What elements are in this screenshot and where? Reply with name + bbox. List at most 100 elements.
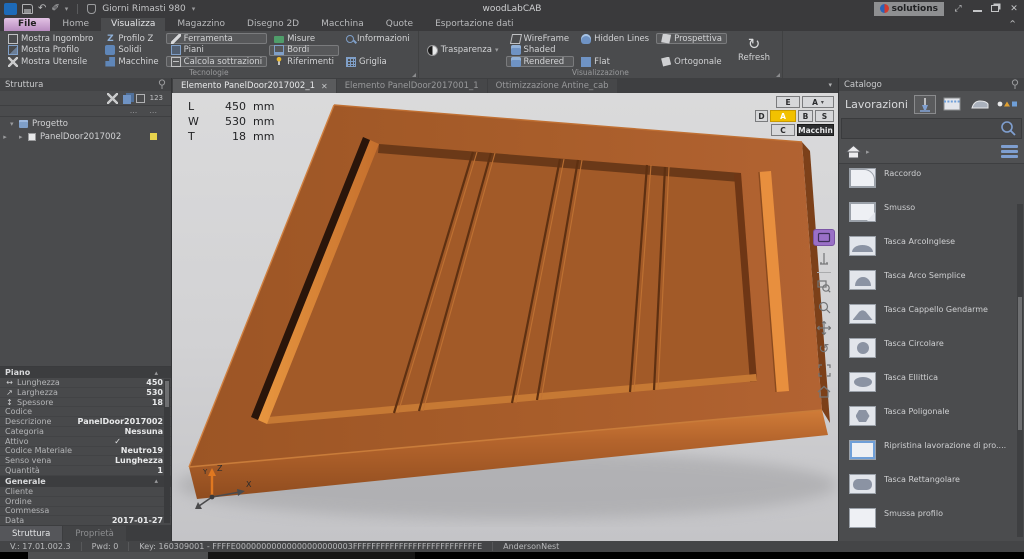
save-icon[interactable]	[22, 4, 33, 14]
ribbon-button-wireframe[interactable]: WireFrame	[506, 33, 575, 44]
fullscreen-button[interactable]: ⤢	[952, 4, 964, 14]
ribbon-button-mostra-ingombro[interactable]: Mostra Ingombro	[3, 33, 98, 44]
property-row-quantit[interactable]: Quantità1	[0, 466, 171, 476]
view-back-button[interactable]: S	[815, 110, 834, 122]
property-row-codice-materiale[interactable]: Codice MaterialeNeutro19	[0, 447, 171, 457]
document-tab-elemento-paneldoor2017002-1[interactable]: Elemento PanelDoor2017002_1✕	[173, 79, 336, 93]
property-row-data[interactable]: Data2017-01-27	[0, 516, 171, 525]
ribbon-button-solidi[interactable]: Solidi	[100, 45, 163, 56]
catalog-item-tasca-circolare[interactable]: Tasca Circolare	[849, 338, 1024, 372]
ribbon-button-ortogonale[interactable]: Ortogonale	[656, 56, 727, 67]
tool-position-icon[interactable]	[815, 251, 833, 267]
grid-view-icon[interactable]	[942, 95, 963, 114]
restore-button[interactable]	[991, 5, 999, 12]
pen-icon[interactable]: ✐	[51, 3, 59, 15]
ribbon-button-mostra-profilo[interactable]: Mostra Profilo	[3, 45, 98, 56]
property-row-descrizione[interactable]: DescrizionePanelDoor2017002	[0, 417, 171, 427]
catalog-item-smussa-profilo[interactable]: Smussa profilo	[849, 508, 1024, 541]
pin-icon[interactable]	[1011, 79, 1019, 90]
bounds-icon[interactable]	[136, 94, 145, 103]
property-row-senso-vena[interactable]: Senso venaLunghezza	[0, 456, 171, 466]
catalog-search-input[interactable]	[841, 118, 1022, 139]
panel-tab-struttura[interactable]: Struttura	[0, 526, 62, 541]
profile-shape-icon[interactable]	[969, 95, 990, 114]
view-right-button[interactable]: B	[798, 110, 813, 122]
catalog-item-raccordo[interactable]: Raccordo	[849, 168, 1024, 202]
menu-tab-home[interactable]: Home	[52, 18, 99, 31]
document-tab-ottimizzazione-antine-cab[interactable]: Ottimizzazione Antine_cab	[488, 79, 617, 93]
property-row-attivo[interactable]: Attivo✓	[0, 437, 171, 447]
catalog-item-tasca-arco-semplice[interactable]: Tasca Arco Semplice	[849, 270, 1024, 304]
tool-icon[interactable]	[107, 93, 118, 104]
legend-dots-icon[interactable]	[997, 95, 1018, 114]
menu-tab-esportazione-dati[interactable]: Esportazione dati	[425, 18, 523, 31]
section-header-piano[interactable]: Piano▴	[0, 367, 171, 378]
ribbon-button-griglia[interactable]: Griglia	[341, 56, 415, 67]
catalog-item-smusso[interactable]: Smusso	[849, 202, 1024, 236]
session-selector[interactable]: Giorni Rimasti 980 ▾	[87, 4, 195, 14]
ribbon-button-flat[interactable]: Flat	[576, 56, 654, 67]
dropdown-caret-icon[interactable]: ▾	[495, 46, 499, 54]
catalog-item-tasca-cappello-gendarme[interactable]: Tasca Cappello Gendarme	[849, 304, 1024, 338]
ribbon-button-refresh[interactable]: ↻Refresh	[729, 33, 779, 67]
panel-tab-propriet[interactable]: Proprietà	[63, 526, 126, 541]
ribbon-button-hidden-lines[interactable]: Hidden Lines	[576, 33, 654, 44]
view-left-button[interactable]: D	[755, 110, 768, 122]
catalog-item-tasca-ellittica[interactable]: Tasca Ellittica	[849, 372, 1024, 406]
property-value[interactable]: 530	[146, 388, 163, 397]
close-button[interactable]: ✕	[1008, 4, 1020, 14]
property-row-cliente[interactable]: Cliente	[0, 487, 171, 497]
property-value[interactable]: 1	[157, 466, 163, 475]
ribbon-button-profilo-z[interactable]: ZProfilo Z	[100, 33, 163, 44]
home-icon[interactable]	[845, 144, 862, 159]
catalog-item-tasca-arcoinglese[interactable]: Tasca ArcoInglese	[849, 236, 1024, 270]
view-axonometric-dropdown[interactable]: A▾	[802, 96, 834, 108]
material-color-swatch[interactable]	[150, 133, 157, 140]
menu-tab-quote[interactable]: Quote	[376, 18, 423, 31]
section-header-generale[interactable]: Generale▴	[0, 476, 171, 487]
search-icon[interactable]	[1000, 120, 1017, 137]
property-value[interactable]: 2017-01-27	[112, 516, 163, 525]
catalog-scrollbar[interactable]	[1017, 204, 1023, 537]
property-value[interactable]: 18	[152, 398, 163, 407]
properties-scrollbar[interactable]	[164, 379, 170, 523]
zoom-button[interactable]	[815, 299, 833, 315]
property-value[interactable]: PanelDoor2017002	[78, 417, 163, 426]
property-row-larghezza[interactable]: ↗Larghezza530	[0, 388, 171, 398]
group-expander-icon[interactable]	[412, 73, 416, 77]
property-row-categoria[interactable]: CategoriaNessuna	[0, 427, 171, 437]
ribbon-button-mostra-utensile[interactable]: Mostra Utensile	[3, 56, 98, 67]
menu-tab-macchina[interactable]: Macchina	[311, 18, 374, 31]
ribbon-button-bordi[interactable]: Bordi	[269, 45, 339, 56]
menu-tab-disegno-2d[interactable]: Disegno 2D	[237, 18, 309, 31]
undo-icon[interactable]: ↶	[38, 3, 46, 15]
property-value[interactable]: Nessuna	[125, 427, 163, 436]
ribbon-button-piani[interactable]: Piani	[166, 45, 267, 56]
menu-tab-file[interactable]: File	[4, 18, 50, 31]
ribbon-button-misure[interactable]: Misure	[269, 33, 339, 44]
rotate-view-button[interactable]: ↺	[815, 341, 833, 357]
property-value[interactable]: Neutro19	[121, 446, 163, 455]
row-expander-icon[interactable]: ▸	[0, 133, 10, 141]
session-dropdown-caret[interactable]: ▾	[192, 5, 196, 13]
ribbon-button-informazioni[interactable]: Informazioni	[341, 33, 415, 44]
router-bit-icon[interactable]	[914, 95, 936, 114]
collapse-section-icon[interactable]: ▴	[154, 477, 158, 485]
tree-caret-icon[interactable]: ▸	[19, 133, 28, 141]
ribbon-button-rendered[interactable]: Rendered	[506, 56, 575, 67]
catalog-item-tasca-rettangolare[interactable]: Tasca Rettangolare	[849, 474, 1024, 508]
view-top-button[interactable]: E	[776, 96, 800, 108]
ribbon-button-shaded[interactable]: Shaded	[506, 45, 575, 56]
ribbon-button-prospettiva[interactable]: Prospettiva	[656, 33, 727, 44]
collapse-ribbon-button[interactable]: ^	[1009, 19, 1016, 28]
pan-button[interactable]	[815, 320, 833, 336]
property-value[interactable]: 450	[146, 378, 163, 387]
ribbon-button-macchine[interactable]: Macchine	[100, 56, 163, 67]
property-row-codice[interactable]: Codice	[0, 407, 171, 417]
catalog-item-tasca-poligonale[interactable]: Tasca Poligonale	[849, 406, 1024, 440]
home-view-button[interactable]	[815, 383, 833, 399]
checkbox-checked[interactable]: ✓	[114, 437, 121, 446]
property-row-lunghezza[interactable]: ↔Lunghezza450	[0, 378, 171, 388]
zoom-window-button[interactable]	[815, 278, 833, 294]
ribbon-button-trasparenza[interactable]: Trasparenza▾	[422, 33, 504, 67]
